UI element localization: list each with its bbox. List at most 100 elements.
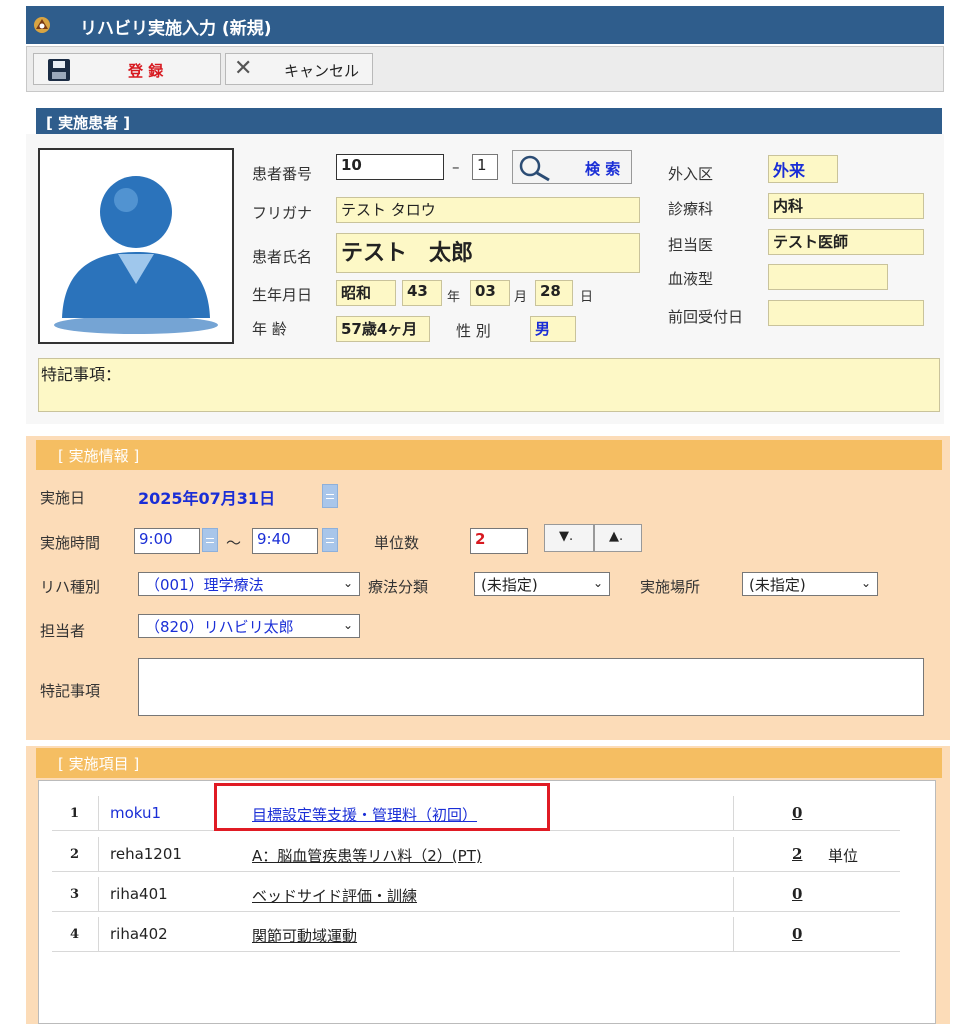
row-code: reha1201 — [110, 845, 182, 863]
execution-info-header: [ 実施情報 ] — [36, 440, 942, 470]
birth-era-field: 昭和 — [336, 280, 396, 306]
cancel-button-label: キャンセル — [284, 62, 360, 80]
window-titlebar: リハビリ実施入力 (新規) — [26, 6, 944, 44]
chevron-down-icon: ⌄ — [860, 576, 871, 590]
execution-notes-textarea[interactable] — [138, 658, 924, 716]
chevron-down-icon: ⌄ — [342, 576, 353, 590]
execution-notes-label: 特記事項 — [40, 682, 101, 700]
row-number: 3 — [70, 887, 80, 902]
row-quantity[interactable]: 0 — [792, 885, 802, 903]
highlight-box — [214, 783, 550, 831]
units-down-button[interactable]: ▼. — [544, 524, 594, 552]
row-number: 4 — [70, 927, 80, 942]
row-code: riha401 — [110, 885, 168, 903]
row-code: riha402 — [110, 925, 168, 943]
table-row[interactable]: 4 riha402 関節可動域運動 0 — [52, 917, 900, 952]
toolbar: 登 録 ✕ キャンセル — [26, 46, 944, 92]
therapy-value: (未指定) — [481, 576, 538, 594]
close-icon: ✕ — [234, 56, 253, 81]
row-item-link[interactable]: 関節可動域運動 — [252, 925, 357, 946]
birth-day-field: 28 — [535, 280, 573, 306]
patient-notes-label: 特記事項： — [41, 365, 122, 384]
dept-label: 診療科 — [668, 200, 714, 218]
table-row[interactable]: 3 riha401 ベッドサイド評価・訓練 0 — [52, 877, 900, 912]
rehab-type-label: リハ種別 — [40, 578, 101, 596]
staff-value: （820）リハビリ太郎 — [145, 618, 294, 636]
place-label: 実施場所 — [640, 578, 701, 596]
rehab-type-value: （001）理学療法 — [145, 576, 264, 594]
row-item-link[interactable]: ベッドサイド評価・訓練 — [252, 885, 417, 906]
search-button[interactable]: 検 索 — [512, 150, 632, 184]
patient-number-dash: – — [452, 158, 460, 176]
birth-month-field: 03 — [470, 280, 510, 306]
cancel-button[interactable]: ✕ キャンセル — [225, 53, 373, 85]
row-number: 1 — [70, 806, 80, 821]
rehab-type-select[interactable]: （001）理学療法 ⌄ — [138, 572, 360, 596]
units-up-button[interactable]: ▲. — [594, 524, 642, 552]
end-time-input[interactable]: 9:40 — [252, 528, 318, 554]
window-title: リハビリ実施入力 (新規) — [80, 19, 272, 39]
staff-select[interactable]: （820）リハビリ太郎 ⌄ — [138, 614, 360, 638]
row-quantity[interactable]: 0 — [792, 925, 802, 943]
user-silhouette-icon — [54, 176, 218, 334]
save-button-label: 登 録 — [128, 62, 164, 80]
kana-label: フリガナ — [252, 204, 313, 222]
therapy-select[interactable]: (未指定) ⌄ — [474, 572, 610, 596]
year-label: 年 — [447, 290, 461, 305]
sex-label: 性 別 — [456, 322, 491, 340]
end-time-spin[interactable] — [322, 528, 338, 552]
name-label: 患者氏名 — [252, 248, 313, 266]
patient-notes-field: 特記事項： — [38, 358, 940, 412]
kana-field: テスト タロウ — [336, 197, 640, 223]
table-row[interactable]: 2 reha1201 A：脳血管疾患等リハ料（2）(PT) 2 単位 — [52, 837, 900, 872]
place-value: (未指定) — [749, 576, 806, 594]
time-tilde: ～ — [226, 534, 242, 552]
age-field: 57歳4ヶ月 — [336, 316, 430, 342]
patient-number-label: 患者番号 — [252, 165, 313, 183]
row-item-link[interactable]: A：脳血管疾患等リハ料（2）(PT) — [252, 845, 482, 866]
doctor-field: テスト医師 — [768, 229, 924, 255]
floppy-disk-icon — [48, 59, 70, 81]
patient-section-header: [ 実施患者 ] — [36, 108, 942, 136]
birth-year-field: 43 — [402, 280, 442, 306]
patient-branch-input[interactable]: 1 — [472, 154, 498, 180]
save-button[interactable]: 登 録 — [33, 53, 221, 85]
search-icon — [519, 155, 550, 182]
last-visit-label: 前回受付日 — [668, 308, 744, 326]
date-input[interactable]: 2025年07月31日 — [138, 485, 275, 509]
start-time-spin[interactable] — [202, 528, 218, 552]
therapy-label: 療法分類 — [368, 578, 429, 596]
patient-name-field: テスト 太郎 — [336, 233, 640, 273]
inout-field: 外来 — [768, 155, 838, 183]
row-unit: 単位 — [828, 847, 859, 865]
blood-label: 血液型 — [668, 270, 714, 288]
patient-avatar — [38, 148, 234, 344]
date-label: 実施日 — [40, 489, 86, 507]
blood-field — [768, 264, 888, 290]
units-input[interactable]: 2 — [470, 528, 528, 554]
staff-label: 担当者 — [40, 622, 86, 640]
sex-field: 男 — [530, 316, 576, 342]
app-icon — [34, 17, 50, 33]
search-button-label: 検 索 — [585, 160, 621, 178]
dept-field: 内科 — [768, 193, 924, 219]
age-label: 年 齢 — [252, 320, 287, 338]
units-label: 単位数 — [374, 534, 420, 552]
month-label: 月 — [514, 290, 528, 305]
row-quantity[interactable]: 0 — [792, 804, 802, 822]
chevron-down-icon: ⌄ — [592, 576, 603, 590]
start-time-input[interactable]: 9:00 — [134, 528, 200, 554]
doctor-label: 担当医 — [668, 236, 714, 254]
patient-number-input[interactable]: 10 — [336, 154, 444, 180]
row-code: moku1 — [110, 804, 162, 822]
row-quantity[interactable]: 2 — [792, 845, 802, 863]
row-number: 2 — [70, 847, 80, 862]
day-label: 日 — [580, 290, 594, 305]
birthdate-label: 生年月日 — [252, 286, 313, 304]
last-visit-field — [768, 300, 924, 326]
time-label: 実施時間 — [40, 534, 101, 552]
items-header: [ 実施項目 ] — [36, 748, 942, 778]
place-select[interactable]: (未指定) ⌄ — [742, 572, 878, 596]
inout-label: 外入区 — [668, 165, 714, 183]
date-spin-button[interactable] — [322, 484, 338, 508]
